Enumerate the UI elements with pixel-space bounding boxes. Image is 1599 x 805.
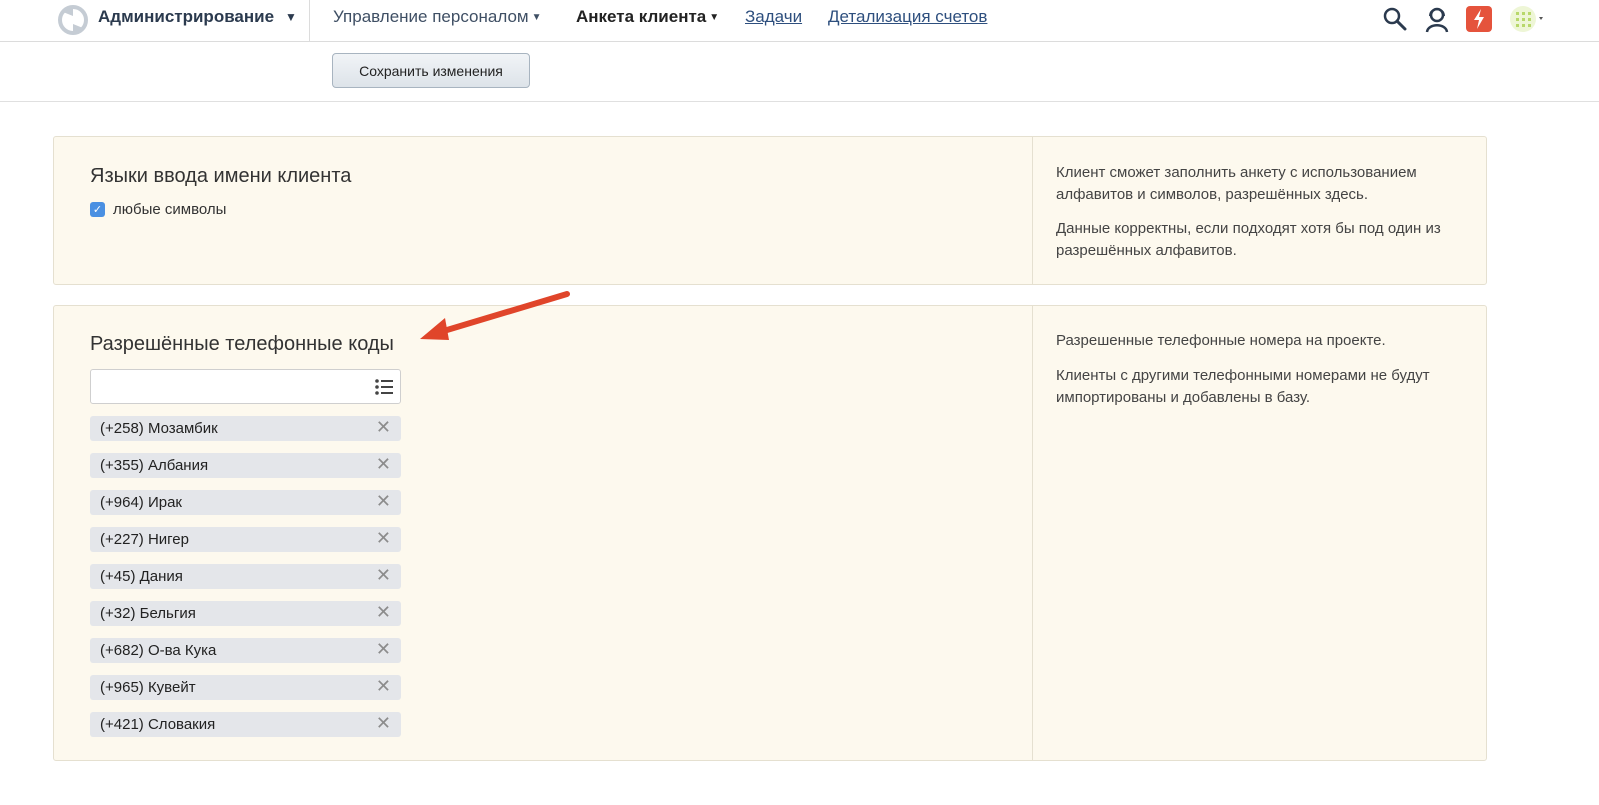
phone-code-label: (+682) О-ва Кука: [100, 642, 217, 659]
chevron-down-icon: ▼: [531, 12, 542, 23]
phone-code-label: (+965) Кувейт: [100, 679, 196, 696]
phone-codes-hint-1: Разрешенные телефонные номера на проекте…: [1056, 332, 1386, 349]
phone-code-tag: (+964) Ирак ✕: [90, 490, 401, 515]
nav-billing-details[interactable]: Детализация счетов: [828, 7, 987, 27]
panel-divider: [1032, 137, 1033, 284]
lightning-icon[interactable]: [1464, 4, 1494, 34]
name-languages-title: Языки ввода имени клиента: [90, 165, 352, 187]
phone-code-label: (+227) Нигер: [100, 531, 189, 548]
phone-code-tag: (+421) Словакия ✕: [90, 712, 401, 737]
remove-icon[interactable]: ✕: [376, 603, 391, 623]
phone-code-tag: (+258) Мозамбик ✕: [90, 416, 401, 441]
remove-icon[interactable]: ✕: [376, 492, 391, 512]
save-changes-button[interactable]: Сохранить изменения: [332, 53, 530, 88]
phone-code-search-input[interactable]: [90, 369, 401, 404]
phone-code-tag: (+965) Кувейт ✕: [90, 675, 401, 700]
remove-icon[interactable]: ✕: [376, 640, 391, 660]
phone-code-label: (+32) Бельгия: [100, 605, 196, 622]
phone-code-tag: (+45) Дания ✕: [90, 564, 401, 589]
remove-icon[interactable]: ✕: [376, 418, 391, 438]
grid-apps-icon[interactable]: [1508, 4, 1544, 34]
toolbar: Сохранить изменения: [0, 42, 1599, 102]
admin-menu-caret-icon[interactable]: ▼: [285, 10, 297, 24]
nav-staff-management[interactable]: Управление персоналом ▼: [333, 7, 542, 27]
name-languages-panel: Языки ввода имени клиента ✓ любые символ…: [53, 136, 1487, 285]
panel-divider: [1032, 306, 1033, 760]
phone-codes-title: Разрешённые телефонные коды: [90, 333, 394, 355]
phone-codes-hint-2: Клиенты с другими телефонными номерами н…: [1056, 367, 1430, 406]
list-icon[interactable]: [374, 377, 394, 397]
phone-code-label: (+421) Словакия: [100, 716, 216, 733]
nav-tasks[interactable]: Задачи: [745, 7, 802, 27]
remove-icon[interactable]: ✕: [376, 566, 391, 586]
nav-divider: [309, 0, 310, 42]
support-agent-icon[interactable]: [1422, 4, 1452, 34]
top-navbar: Администрирование ▼ Управление персонало…: [0, 0, 1599, 42]
remove-icon[interactable]: ✕: [376, 529, 391, 549]
remove-icon[interactable]: ✕: [376, 677, 391, 697]
phone-code-label: (+258) Мозамбик: [100, 420, 218, 437]
any-symbols-checkbox[interactable]: ✓: [90, 202, 105, 217]
chevron-down-icon: ▼: [709, 12, 720, 23]
nav-client-form[interactable]: Анкета клиента ▼: [576, 7, 719, 27]
phone-code-tag: (+682) О-ва Кука ✕: [90, 638, 401, 663]
name-languages-hint-2: Данные корректны, если подходят хотя бы …: [1056, 220, 1441, 259]
nav-staff-management-label: Управление персоналом: [333, 7, 529, 26]
phone-code-tag: (+355) Албания ✕: [90, 453, 401, 478]
phone-code-tag: (+32) Бельгия ✕: [90, 601, 401, 626]
logo-icon[interactable]: [55, 2, 91, 38]
phone-code-label: (+45) Дания: [100, 568, 183, 585]
phone-code-label: (+355) Албания: [100, 457, 209, 474]
phone-code-tag: (+227) Нигер ✕: [90, 527, 401, 552]
admin-menu[interactable]: Администрирование: [98, 7, 274, 27]
phone-codes-panel: Разрешённые телефонные коды (+258) Мозам…: [53, 305, 1487, 761]
nav-client-form-label: Анкета клиента: [576, 7, 707, 26]
any-symbols-label[interactable]: любые символы: [113, 201, 226, 218]
search-icon[interactable]: [1380, 4, 1410, 34]
remove-icon[interactable]: ✕: [376, 455, 391, 475]
phone-code-label: (+964) Ирак: [100, 494, 182, 511]
name-languages-hint-1: Клиент сможет заполнить анкету с использ…: [1056, 164, 1417, 203]
remove-icon[interactable]: ✕: [376, 714, 391, 734]
annotation-arrow: [420, 291, 570, 340]
